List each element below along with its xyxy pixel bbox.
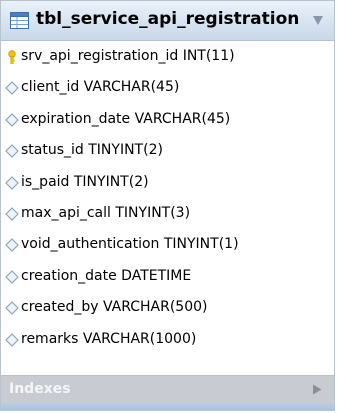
triangle-down-icon[interactable]: [312, 14, 324, 26]
table-footer: [1, 403, 334, 410]
column-row[interactable]: creation_date DATETIME: [1, 261, 334, 292]
table-header[interactable]: tbl_service_api_registration: [1, 1, 334, 41]
column-diamond-icon: [5, 81, 19, 96]
column-row[interactable]: created_by VARCHAR(500): [1, 292, 334, 323]
column-diamond-icon: [5, 269, 19, 284]
indexes-section[interactable]: Indexes: [1, 375, 334, 403]
table-icon: [10, 12, 29, 29]
column-label: is_paid TINYINT(2): [21, 173, 149, 190]
column-label: creation_date DATETIME: [21, 267, 192, 284]
column-row[interactable]: remarks VARCHAR(1000): [1, 324, 334, 355]
column-diamond-icon: [5, 112, 19, 127]
column-row[interactable]: client_id VARCHAR(45): [1, 72, 334, 103]
column-row[interactable]: void_authentication TINYINT(1): [1, 229, 334, 260]
column-row[interactable]: is_paid TINYINT(2): [1, 167, 334, 198]
column-row[interactable]: srv_api_registration_id INT(11): [1, 41, 334, 72]
column-diamond-icon: [5, 207, 19, 221]
column-label: void_authentication TINYINT(1): [21, 236, 239, 253]
triangle-right-icon[interactable]: [312, 384, 322, 395]
column-diamond-icon: [5, 332, 19, 347]
column-label: srv_api_registration_id INT(11): [21, 48, 235, 64]
column-label: status_id TINYINT(2): [21, 142, 163, 159]
column-row[interactable]: status_id TINYINT(2): [1, 135, 334, 166]
column-list: srv_api_registration_id INT(11) client_i…: [1, 41, 334, 355]
column-label: remarks VARCHAR(1000): [21, 330, 197, 347]
column-diamond-icon: [5, 238, 19, 253]
table-card[interactable]: tbl_service_api_registration srv_api_reg…: [0, 0, 335, 411]
indexes-label: Indexes: [9, 381, 71, 397]
column-row[interactable]: max_api_call TINYINT(3): [1, 198, 334, 229]
column-row[interactable]: expiration_date VARCHAR(45): [1, 104, 334, 135]
column-label: created_by VARCHAR(500): [21, 299, 208, 316]
column-diamond-icon: [5, 175, 19, 190]
column-label: expiration_date VARCHAR(45): [21, 110, 231, 127]
column-diamond-icon: [5, 144, 19, 159]
column-label: max_api_call TINYINT(3): [21, 204, 191, 221]
column-label: client_id VARCHAR(45): [21, 79, 180, 96]
column-diamond-icon: [5, 301, 19, 315]
primary-key-icon: [8, 50, 16, 64]
table-title: tbl_service_api_registration: [36, 9, 300, 29]
